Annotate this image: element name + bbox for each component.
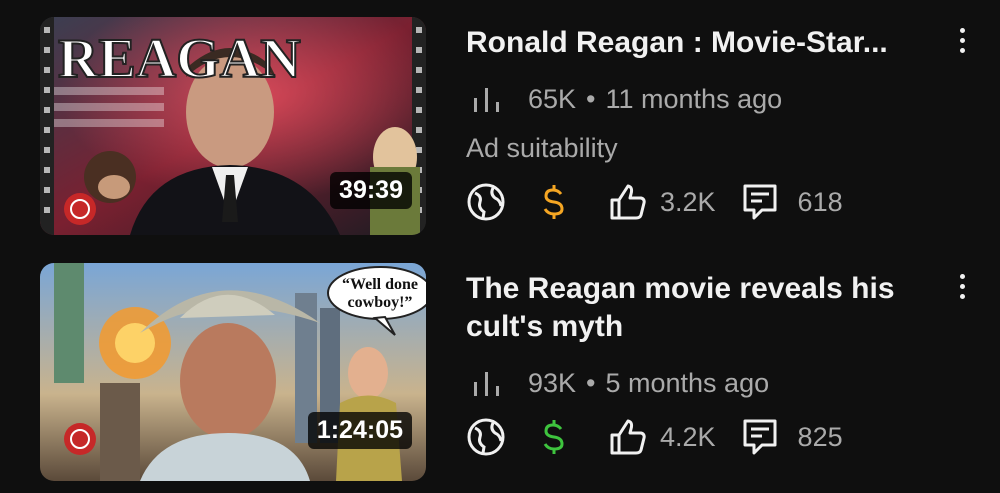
speech-bubble-text-line1: “Well done: [342, 276, 418, 293]
more-options-button[interactable]: [948, 20, 976, 60]
more-vert-icon-dot: [959, 283, 965, 289]
video-row[interactable]: “Well done cowboy!” 1:24:05 The Reagan m…: [0, 246, 1000, 493]
more-vert-icon: [959, 27, 965, 33]
views-line: 65K • 11 months ago: [466, 84, 940, 115]
video-thumbnail[interactable]: “Well done cowboy!” 1:24:05: [40, 263, 426, 481]
views-icon: [474, 371, 499, 396]
dollar-icon[interactable]: [534, 417, 574, 457]
thumbs-up-icon[interactable]: [608, 182, 648, 222]
views-icon: [474, 87, 499, 112]
more-vert-icon-dot: [959, 37, 965, 43]
more-vert-icon-dot: [959, 47, 965, 53]
more-options-button[interactable]: [948, 266, 976, 306]
meta-separator: •: [586, 368, 596, 398]
video-info: Ronald Reagan : Movie-Star... 65K • 11 m…: [466, 24, 940, 222]
video-info: The Reagan movie reveals his cult's myth…: [466, 270, 940, 457]
comment-count: 618: [797, 186, 843, 217]
ad-suitability-label[interactable]: Ad suitability: [466, 133, 940, 164]
video-title[interactable]: Ronald Reagan : Movie-Star...: [466, 24, 940, 62]
more-vert-icon-dot: [959, 293, 965, 299]
like-count: 3.2K: [660, 186, 716, 217]
thumbs-up-icon[interactable]: [608, 417, 648, 457]
duration-badge: 1:24:05: [307, 412, 412, 449]
more-vert-icon: [959, 273, 965, 279]
views-line: 93K • 5 months ago: [466, 368, 940, 399]
speech-bubble-text-line2: cowboy!”: [348, 294, 413, 311]
video-row[interactable]: REAGAN 39:39 Ronald Reagan : Movie-Star.…: [0, 0, 1000, 246]
view-count: 93K: [528, 368, 577, 398]
video-title[interactable]: The Reagan movie reveals his cult's myth: [466, 270, 940, 346]
metrics-row: 4.2K 825: [466, 417, 940, 457]
view-count: 65K: [528, 84, 577, 114]
upload-age: 5 months ago: [605, 368, 770, 398]
comment-count: 825: [797, 421, 843, 452]
globe-icon[interactable]: [466, 182, 506, 222]
dollar-icon[interactable]: [534, 182, 574, 222]
like-count: 4.2K: [660, 421, 716, 452]
comment-icon[interactable]: [740, 417, 780, 457]
globe-icon[interactable]: [466, 417, 506, 457]
upload-age: 11 months ago: [605, 84, 783, 114]
metrics-row: 3.2K 618: [466, 182, 940, 222]
comment-icon[interactable]: [740, 182, 780, 222]
thumbnail-title-text: REAGAN: [58, 28, 301, 90]
duration-badge: 39:39: [330, 172, 412, 209]
meta-separator: •: [586, 84, 596, 114]
video-thumbnail[interactable]: REAGAN 39:39: [40, 17, 426, 235]
